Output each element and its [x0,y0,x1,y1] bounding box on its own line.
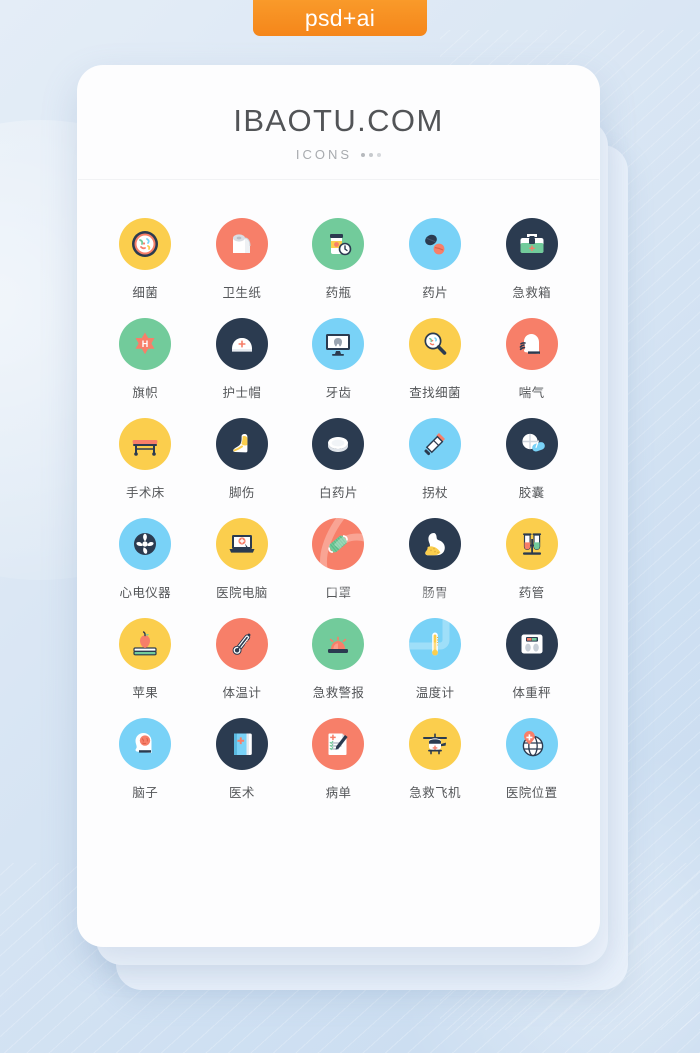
surgery-bed-icon[interactable] [119,418,172,470]
foot-injury-icon[interactable] [215,418,268,470]
icon-label: 白药片 [319,485,358,500]
icon-cell[interactable]: 急救箱 [483,218,580,301]
icon-cell[interactable]: 药片 [387,218,484,301]
first-aid-kit-icon[interactable] [505,218,558,270]
icon-cell[interactable]: 药管 [483,518,580,601]
white-pill-icon[interactable] [312,418,365,470]
icon-cell[interactable]: 急救警报 [290,618,387,701]
icon-cell[interactable]: 手术床 [97,418,194,501]
icon-cell[interactable]: 细菌 [97,218,194,301]
hospital-location-icon[interactable] [505,718,558,770]
icon-label: 护士帽 [222,385,262,400]
icon-cell[interactable]: 胶囊 [483,418,580,501]
icon-cell[interactable]: 体温计 [194,618,291,701]
pills-icon[interactable] [409,218,462,270]
icon-cell[interactable]: 医院电脑 [194,518,291,601]
ecg-device-icon[interactable] [119,518,172,570]
toilet-paper-icon[interactable] [215,218,268,270]
icon-label: 急救飞机 [409,785,461,800]
icon-label: 病单 [325,785,352,800]
icon-label: 体温计 [222,685,262,700]
icon-label: 脑子 [132,785,159,800]
icon-label: 肠胃 [422,585,448,600]
air-ambulance-icon[interactable] [409,718,462,770]
icon-label: 药瓶 [325,285,352,300]
icon-cell[interactable]: 药瓶 [290,218,387,301]
icon-grid: 细菌 卫生纸 药瓶 药片 急救箱 H 旗帜 护士帽 牙齿 查找细菌 喘气 手术床 … [77,180,600,801]
icon-cell[interactable]: 体重秤 [483,618,580,701]
icon-cell[interactable]: 牙齿 [290,318,387,401]
icon-label: 拐杖 [422,485,448,500]
icon-label: 心电仪器 [119,585,172,600]
psd-ai-badge: psd+ai [253,0,427,36]
capsule-icon[interactable] [505,418,558,470]
icon-label: 查找细菌 [409,385,461,400]
dots-decoration [361,152,382,157]
card-header: IBAOTU.COM ICONS [77,65,600,179]
icon-cell[interactable]: 拐杖 [387,418,484,501]
icon-label: 苹果 [132,685,159,700]
nurse-cap-icon[interactable] [215,318,268,370]
apple-books-icon[interactable] [119,618,172,670]
icon-cell[interactable]: 白药片 [290,418,387,501]
icon-label: 卫生纸 [222,285,262,300]
icon-cell[interactable]: 病单 [290,718,387,801]
medical-book-icon[interactable] [215,718,268,770]
test-tubes-icon[interactable] [505,518,558,570]
medical-star-flag-icon[interactable]: H [119,318,172,370]
icon-cell[interactable]: 苹果 [97,618,194,701]
breathing-head-icon[interactable] [505,318,558,370]
icon-cell[interactable]: 查找细菌 [387,318,484,401]
medicine-bottle-icon[interactable] [312,218,365,270]
icon-cell[interactable]: 脑子 [97,718,194,801]
temperature-gauge-icon[interactable] [409,618,462,670]
page-subtitle: ICONS [295,147,353,162]
icon-label: 体重秤 [512,685,552,700]
icon-label: 医院电脑 [216,585,268,600]
icon-cell[interactable]: 急救飞机 [387,718,484,801]
icon-cell[interactable]: 卫生纸 [194,218,291,301]
icon-label: 药片 [422,285,448,300]
icon-label: 温度计 [415,685,455,700]
icon-label: 细菌 [132,285,159,300]
icon-cell[interactable]: H 旗帜 [97,318,194,401]
bacteria-icon[interactable] [119,218,172,270]
stomach-icon[interactable] [409,518,462,570]
face-mask-icon[interactable] [312,518,365,570]
subtitle-row: ICONS [77,147,600,162]
icon-label: 手术床 [125,485,165,500]
icon-cell[interactable]: 心电仪器 [97,518,194,601]
icon-label: 医术 [228,785,255,800]
brain-head-icon[interactable] [119,718,172,770]
icon-label: 急救箱 [512,285,552,300]
icon-label: 医院位置 [505,785,558,800]
icon-set-card: IBAOTU.COM ICONS 细菌 卫生纸 药瓶 药片 急救箱 H 旗帜 护士… [77,65,600,947]
icon-label: 口罩 [325,585,352,600]
icon-label: 牙齿 [325,385,352,400]
icon-label: 喘气 [518,385,545,400]
icon-label: 急救警报 [312,685,365,700]
icon-label: 胶囊 [518,485,545,500]
icon-label: 药管 [518,585,545,600]
icon-cell[interactable]: 护士帽 [194,318,291,401]
icon-label: 旗帜 [132,385,159,400]
magnifier-bacteria-icon[interactable] [409,318,462,370]
icon-cell[interactable]: 肠胃 [387,518,484,601]
icon-cell[interactable]: 口罩 [290,518,387,601]
icon-cell[interactable]: 医术 [194,718,291,801]
emergency-siren-icon[interactable] [312,618,365,670]
hospital-laptop-icon[interactable] [215,518,268,570]
tooth-monitor-icon[interactable] [312,318,365,370]
icon-cell[interactable]: 温度计 [387,618,484,701]
weight-scale-icon[interactable] [505,618,558,670]
crutch-icon[interactable] [409,418,462,470]
icon-cell[interactable]: 医院位置 [483,718,580,801]
medical-record-icon[interactable] [312,718,365,770]
icon-label: 脚伤 [228,485,255,500]
thermometer-icon[interactable] [215,618,268,670]
svg-text:H: H [142,339,149,349]
page-title: IBAOTU.COM [233,103,444,138]
icon-cell[interactable]: 喘气 [483,318,580,401]
icon-cell[interactable]: 脚伤 [194,418,291,501]
